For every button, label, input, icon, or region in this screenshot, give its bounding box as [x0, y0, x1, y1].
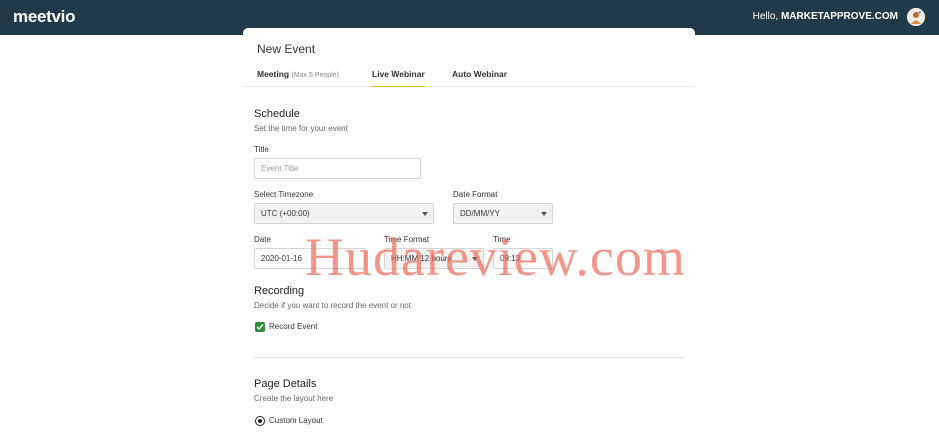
checkmark-icon — [256, 324, 264, 331]
tab-meeting-sublabel: (Max 5 People) — [291, 72, 339, 79]
page-details-subtitle: Create the layout here — [254, 394, 334, 403]
section-divider — [254, 357, 684, 358]
new-event-card: New Event Meeting (Max 5 People) Live We… — [243, 28, 695, 433]
schedule-subtitle: Set the time for your event — [254, 124, 348, 133]
avatar[interactable] — [907, 8, 925, 26]
event-title-input[interactable]: Event Title — [254, 158, 421, 179]
tab-auto-webinar[interactable]: Auto Webinar — [452, 68, 507, 87]
schedule-heading: Schedule — [254, 108, 300, 120]
record-event-label: Record Event — [269, 322, 318, 331]
timezone-label: Select Timezone — [254, 190, 314, 199]
event-type-tabs: Meeting (Max 5 People) Live Webinar Auto… — [243, 68, 695, 87]
user-greeting: Hello, MARKETAPPROVE.COM — [753, 11, 898, 22]
chevron-down-icon — [472, 257, 478, 261]
record-event-checkbox[interactable] — [255, 322, 265, 332]
title-label: Title — [254, 145, 269, 154]
date-format-value: DD/MM/YY — [460, 209, 500, 218]
chevron-down-icon — [422, 212, 428, 216]
date-input[interactable]: 2020-01-16 — [254, 248, 366, 269]
recording-subtitle: Decide if you want to record the event o… — [254, 301, 411, 310]
time-input[interactable]: 09:13 — [493, 248, 553, 269]
tab-meeting[interactable]: Meeting (Max 5 People) — [257, 68, 339, 87]
date-label: Date — [254, 235, 271, 244]
date-format-select[interactable]: DD/MM/YY — [453, 203, 553, 224]
chevron-down-icon — [541, 212, 547, 216]
greeting-text: Hello, — [752, 11, 779, 22]
time-format-value: HH:MM 12 hours — [391, 254, 452, 263]
timezone-value: UTC (+00:00) — [261, 209, 310, 218]
avatar-icon — [907, 8, 925, 26]
date-format-label: Date Format — [453, 190, 498, 199]
timezone-select[interactable]: UTC (+00:00) — [254, 203, 434, 224]
tab-meeting-label: Meeting — [257, 69, 290, 79]
tab-live-webinar[interactable]: Live Webinar — [372, 68, 425, 87]
time-format-select[interactable]: HH:MM 12 hours — [384, 248, 484, 269]
page-details-heading: Page Details — [254, 378, 317, 390]
custom-layout-label: Custom Layout — [269, 416, 323, 425]
username[interactable]: MARKETAPPROVE.COM — [781, 11, 898, 22]
app-logo[interactable]: meetvio — [13, 7, 75, 27]
time-format-label: Time Format — [384, 235, 430, 244]
recording-heading: Recording — [254, 285, 305, 297]
page-title: New Event — [257, 42, 316, 56]
time-label: Time — [493, 235, 511, 244]
custom-layout-radio[interactable] — [255, 416, 265, 426]
